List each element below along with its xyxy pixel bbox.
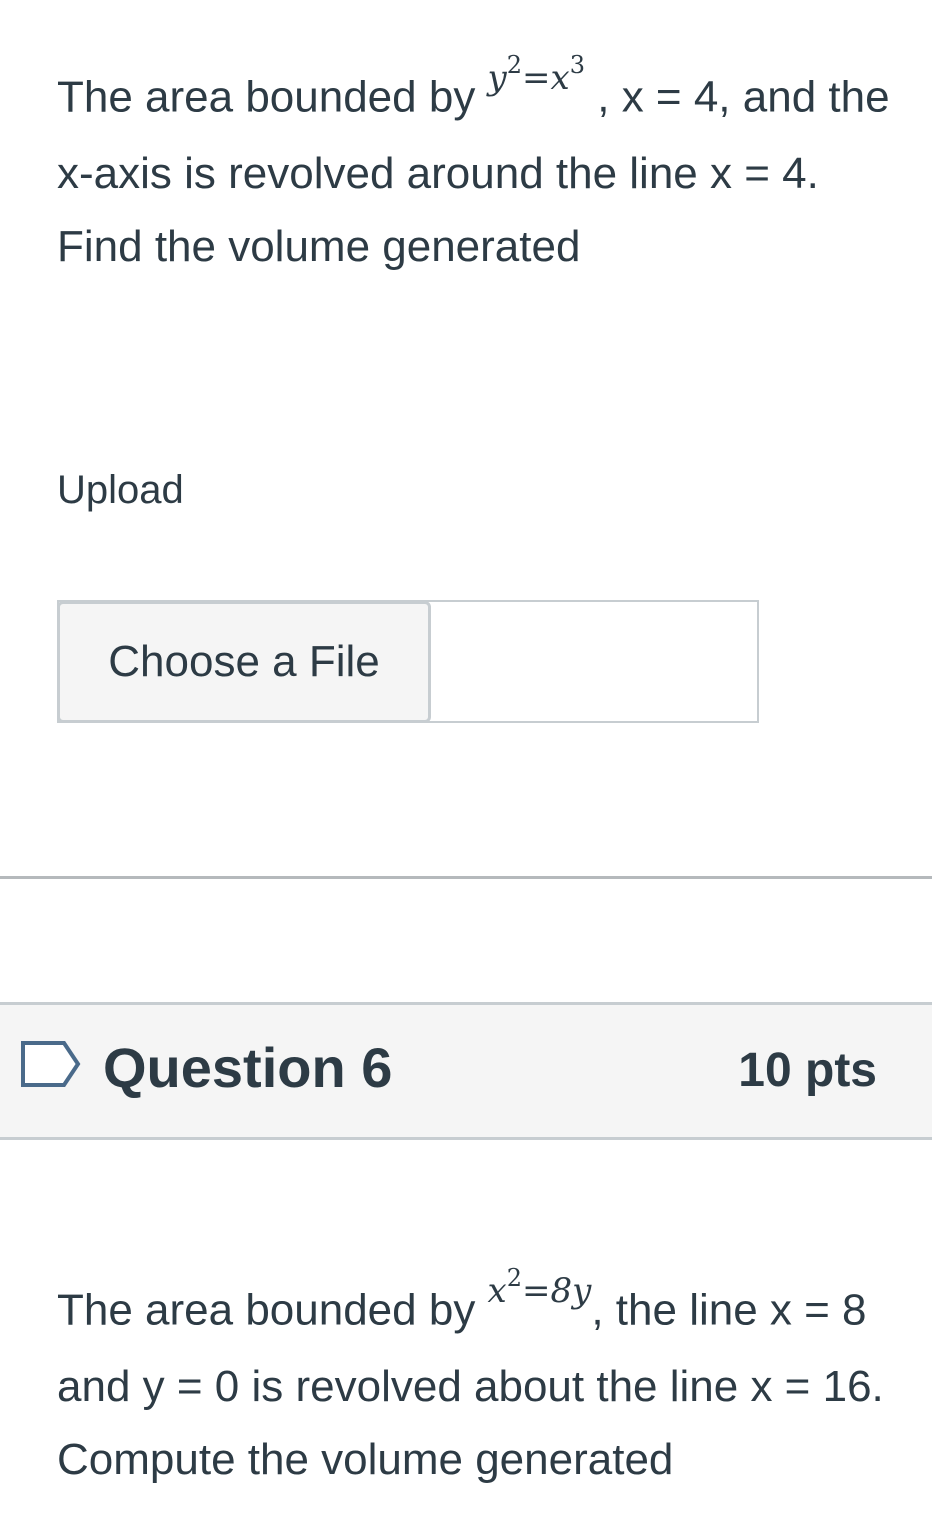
upload-label: Upload [57,468,184,512]
question-6-equation: x2=8y [487,1264,592,1312]
question-points: 10 pts [738,1044,877,1097]
question-title: Question 6 [103,1036,393,1099]
question-5-equation: y2=x3 [487,51,586,99]
flag-question-icon[interactable] [20,1040,82,1088]
question-5-text-part1: The area bounded by [57,72,488,122]
question-6-header: Question 6 10 pts [0,1002,932,1140]
question-5-text: The area bounded by y2=x3 , x = 4, and t… [57,51,897,283]
section-divider [0,876,932,879]
question-6-text-part1: The area bounded by [57,1285,488,1335]
question-6-text: The area bounded by x2=8y, the line x = … [57,1264,907,1496]
choose-file-button[interactable]: Choose a File [57,601,431,723]
quiz-page: The area bounded by y2=x3 , x = 4, and t… [0,0,932,1519]
